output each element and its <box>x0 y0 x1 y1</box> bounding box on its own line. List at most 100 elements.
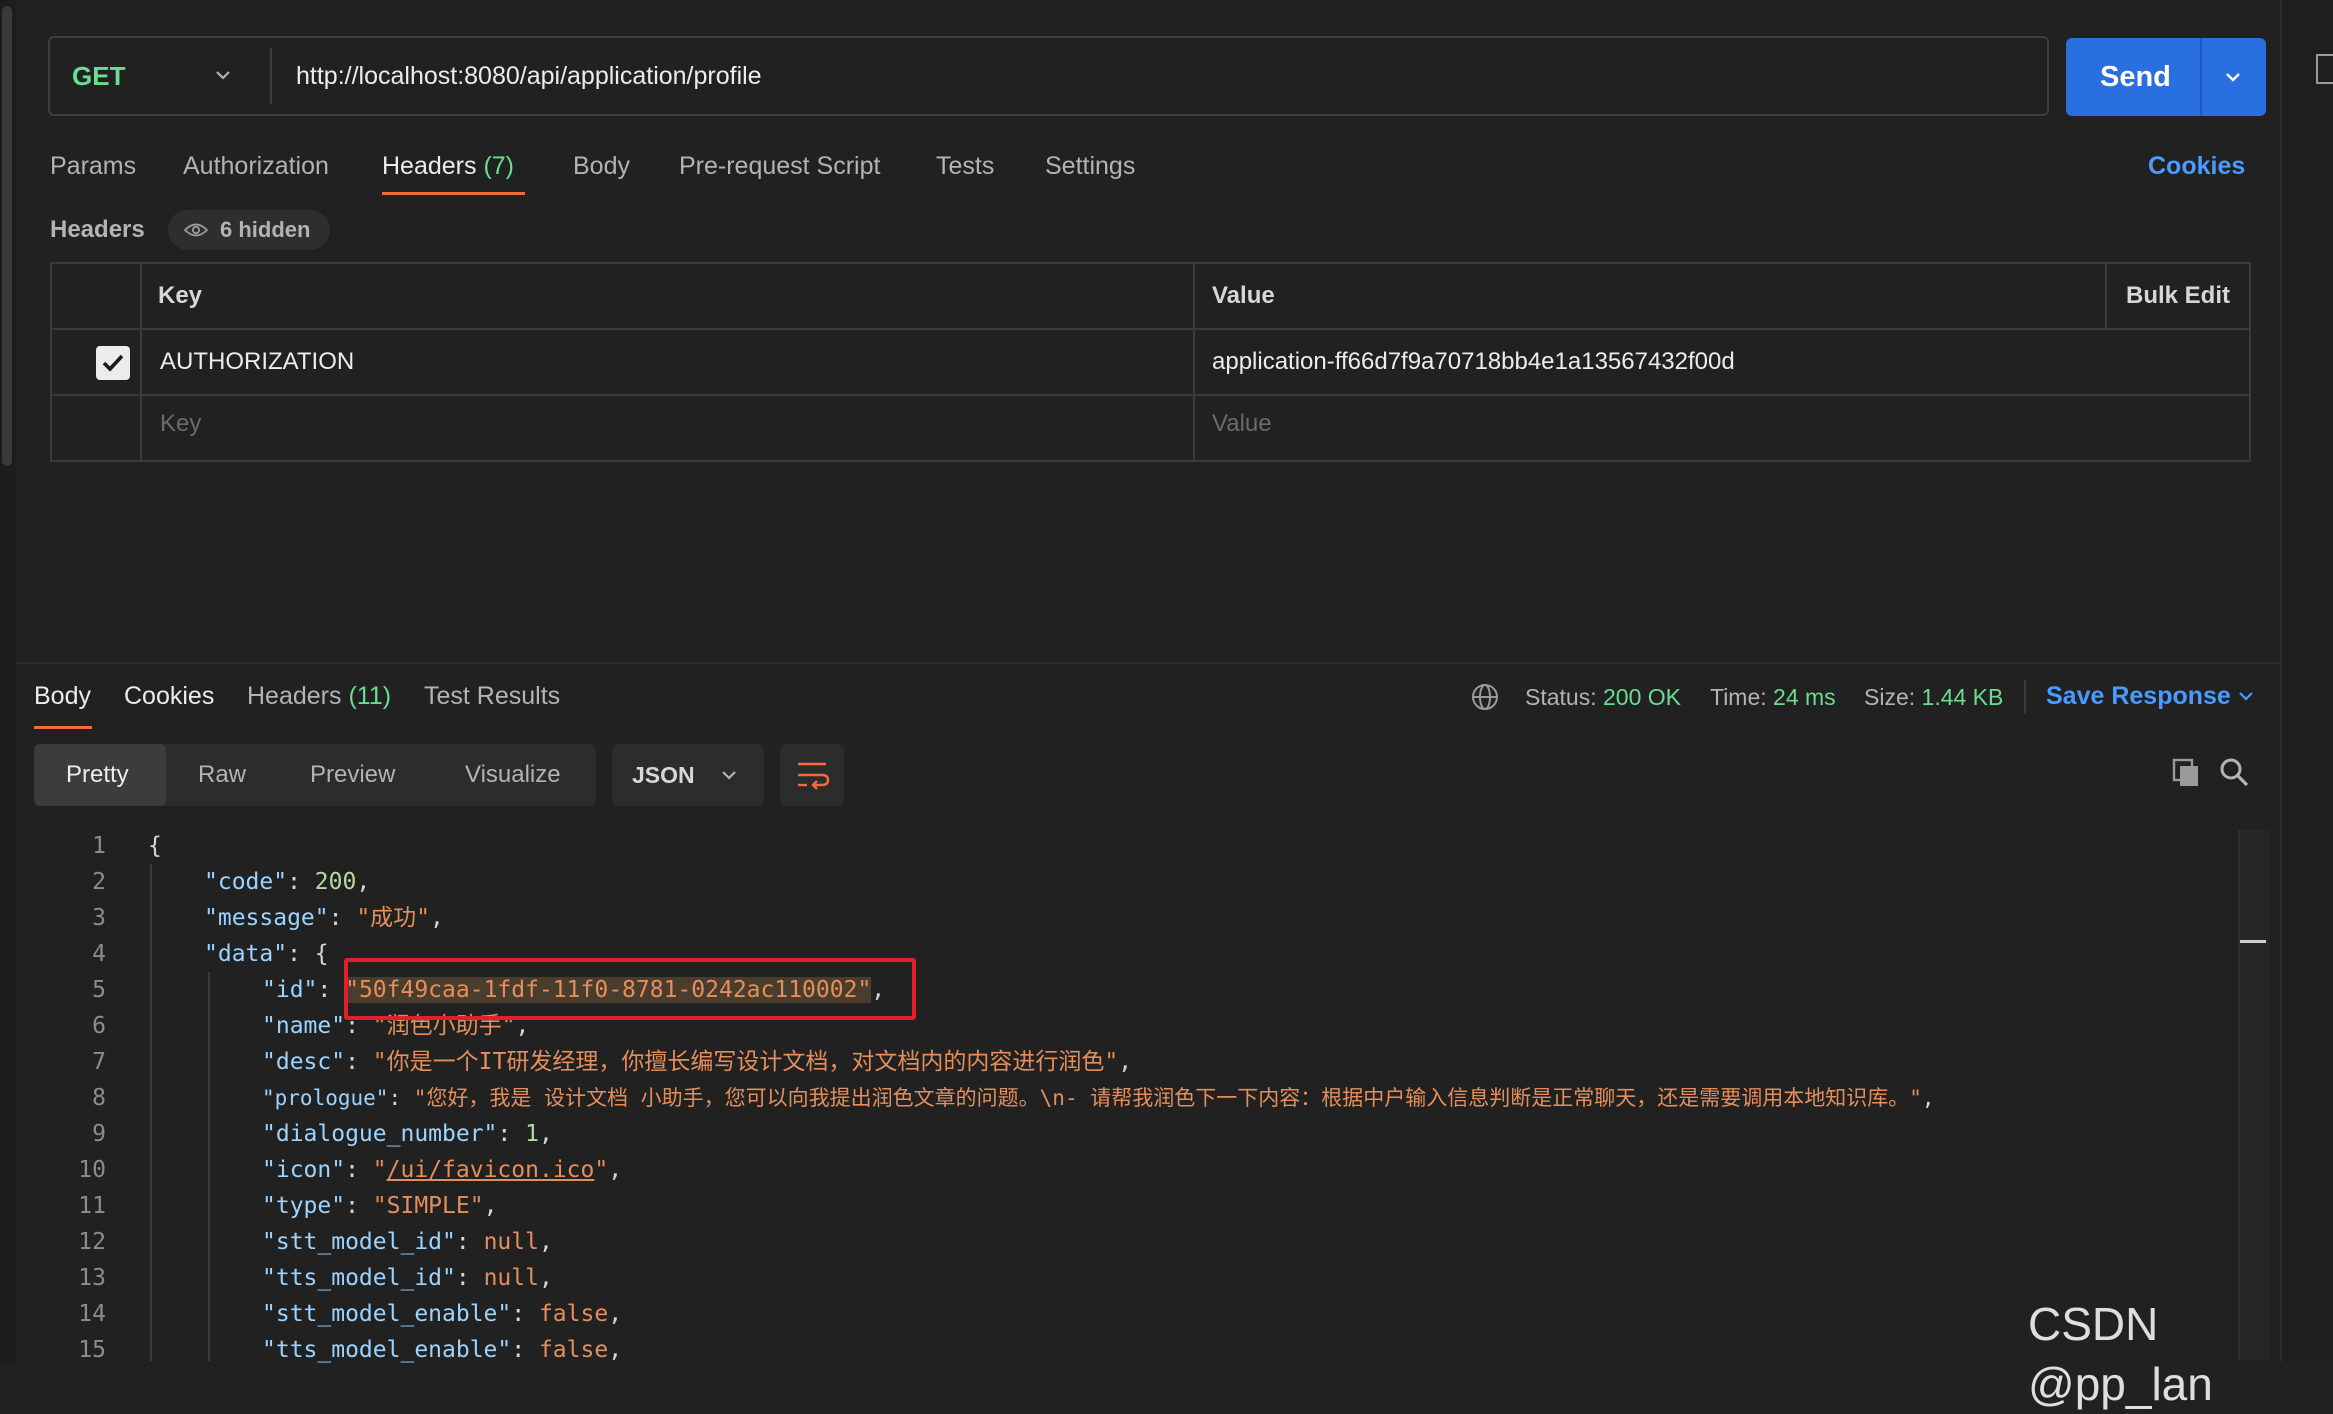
tab-body[interactable]: Body <box>573 148 630 184</box>
chevron-down-icon[interactable] <box>2236 686 2256 706</box>
line-number: 6 <box>92 1013 106 1039</box>
response-tab-body[interactable]: Body <box>34 678 91 714</box>
json-key: "stt_model_id" <box>262 1229 456 1255</box>
header-key-cell[interactable]: AUTHORIZATION <box>160 344 354 380</box>
word-wrap-button[interactable] <box>780 744 844 806</box>
json-boolean: false <box>538 1301 609 1327</box>
time-label: Time: <box>1710 684 1767 710</box>
line-number: 1 <box>92 833 106 859</box>
code-line-2: "code": 200, <box>204 869 371 895</box>
right-sidebar <box>2280 0 2333 1361</box>
response-divider[interactable] <box>16 662 2280 664</box>
response-tab-cookies[interactable]: Cookies <box>124 678 214 714</box>
method-select[interactable]: GET <box>72 36 125 116</box>
size-label: Size: <box>1864 684 1916 710</box>
checkmark-icon <box>102 354 124 372</box>
save-response-button[interactable]: Save Response <box>2046 678 2231 714</box>
line-number: 4 <box>92 941 106 967</box>
status-label: Status: <box>1525 684 1597 710</box>
line-number: 12 <box>78 1229 106 1255</box>
new-header-value-input[interactable]: Value <box>1212 406 1272 442</box>
left-scrollbar-thumb[interactable] <box>2 6 12 466</box>
indent-guide <box>208 972 210 1361</box>
new-header-key-input[interactable]: Key <box>160 406 201 442</box>
headers-section-title: Headers <box>50 216 145 243</box>
json-key: "tts_model_enable" <box>262 1337 512 1363</box>
line-number: 5 <box>92 977 106 1003</box>
code-scrollbar[interactable] <box>2238 830 2270 1361</box>
response-tab-headers-count: (11) <box>348 682 392 710</box>
send-options-chevron-icon[interactable] <box>2222 66 2244 88</box>
send-button-label[interactable]: Send <box>2100 38 2171 116</box>
code-scrollbar-marker <box>2240 940 2266 943</box>
json-key: "id" <box>262 977 318 1003</box>
json-link[interactable]: /ui/favicon.ico <box>387 1157 595 1183</box>
time-indicator[interactable]: Time: 24 ms <box>1710 680 1836 714</box>
table-row-divider <box>50 394 2251 396</box>
json-string: "你是一个IT研发经理，你擅长编写设计文档，对文档内的内容进行润色" <box>372 1049 1119 1075</box>
line-number: 2 <box>92 869 106 895</box>
chevron-down-icon[interactable] <box>718 764 740 786</box>
tab-authorization[interactable]: Authorization <box>183 148 329 184</box>
copy-icon[interactable] <box>2170 756 2202 788</box>
line-number: 8 <box>92 1085 106 1111</box>
response-tab-test-results[interactable]: Test Results <box>424 678 560 714</box>
column-header-value: Value <box>1212 282 1275 309</box>
json-key: "data" <box>204 941 288 967</box>
view-preview-button[interactable]: Preview <box>310 744 395 806</box>
json-key: "name" <box>262 1013 346 1039</box>
line-number: 3 <box>92 905 106 931</box>
code-line-3: "message": "成功", <box>204 905 444 931</box>
view-visualize-button[interactable]: Visualize <box>465 744 561 806</box>
line-number: 15 <box>78 1337 106 1363</box>
table-row-divider <box>50 328 2251 330</box>
view-raw-button[interactable]: Raw <box>198 744 246 806</box>
json-number: 1 <box>525 1121 539 1147</box>
tab-headers[interactable]: Headers (7) <box>382 148 514 184</box>
tab-settings[interactable]: Settings <box>1045 148 1135 184</box>
globe-icon[interactable] <box>1470 682 1500 712</box>
bulk-edit-button[interactable]: Bulk Edit <box>2126 278 2230 314</box>
tab-params[interactable]: Params <box>50 148 136 184</box>
code-line-15: "tts_model_enable": false, <box>262 1337 623 1363</box>
code-line-10: "icon": "/ui/favicon.ico", <box>262 1157 623 1183</box>
cookies-link[interactable]: Cookies <box>2148 148 2245 184</box>
wrap-lines-icon <box>798 762 830 790</box>
json-key: "dialogue_number" <box>262 1121 498 1147</box>
table-col-divider <box>1193 262 1195 462</box>
headers-table <box>50 262 2251 462</box>
table-col-divider <box>2105 262 2107 328</box>
code-line-1: { <box>148 833 162 859</box>
tab-pre-request-script[interactable]: Pre-request Script <box>679 148 880 184</box>
search-icon[interactable] <box>2218 756 2250 788</box>
code-line-7: "desc": "你是一个IT研发经理，你擅长编写设计文档，对文档内的内容进行润… <box>262 1049 1133 1075</box>
tab-headers-label: Headers <box>382 152 477 180</box>
line-number: 9 <box>92 1121 106 1147</box>
dock-panel-icon[interactable] <box>2316 54 2333 84</box>
json-key: "message" <box>204 905 329 931</box>
size-indicator[interactable]: Size: 1.44 KB <box>1864 680 2003 714</box>
view-pretty-button[interactable]: Pretty <box>66 744 129 806</box>
json-key: "type" <box>262 1193 346 1219</box>
size-value: 1.44 KB <box>1921 684 2004 710</box>
highlight-annotation-box <box>344 958 916 1020</box>
time-value: 24 ms <box>1773 684 1836 710</box>
line-number: 10 <box>78 1157 106 1183</box>
watermark: CSDN @pp_lan <box>2028 1298 2213 1410</box>
json-key: "tts_model_id" <box>262 1265 456 1291</box>
column-header-key: Key <box>158 282 203 309</box>
status-indicator[interactable]: Status: 200 OK <box>1525 680 1681 714</box>
header-enabled-checkbox[interactable] <box>96 346 130 380</box>
response-tab-headers[interactable]: Headers (11) <box>247 678 391 714</box>
json-null: null <box>483 1265 539 1291</box>
line-number: 11 <box>78 1193 106 1219</box>
chevron-down-icon[interactable] <box>212 64 234 86</box>
json-number: 200 <box>314 869 357 895</box>
code-line-9: "dialogue_number": 1, <box>262 1121 553 1147</box>
tab-tests[interactable]: Tests <box>936 148 994 184</box>
code-line-12: "stt_model_id": null, <box>262 1229 553 1255</box>
table-col-divider <box>140 262 142 462</box>
header-value-cell[interactable]: application-ff66d7f9a70718bb4e1a13567432… <box>1212 344 1735 380</box>
line-number: 13 <box>78 1265 106 1291</box>
url-input[interactable]: http://localhost:8080/api/application/pr… <box>296 36 762 116</box>
